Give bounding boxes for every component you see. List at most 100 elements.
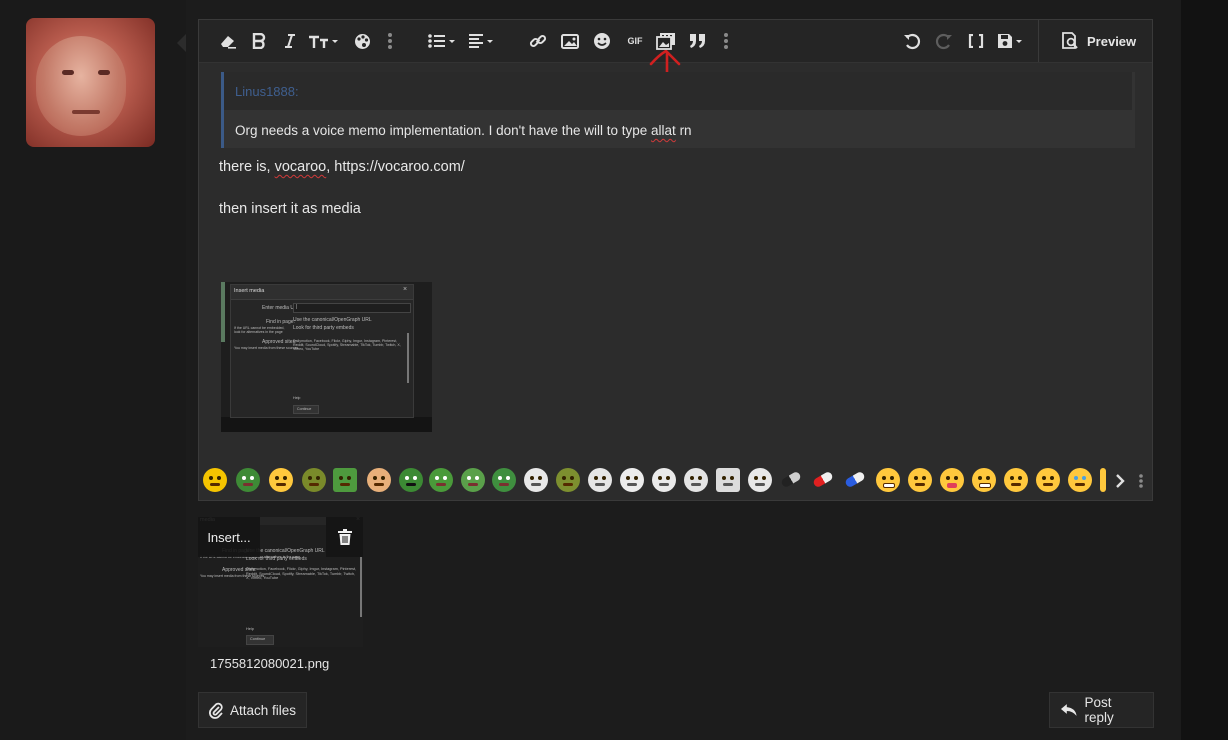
avatar-eye bbox=[98, 70, 110, 75]
emoji-blue-pill[interactable] bbox=[844, 470, 866, 489]
speech-arrow bbox=[177, 34, 186, 52]
text-size-icon[interactable] bbox=[307, 28, 341, 54]
toolbar-divider bbox=[1038, 20, 1039, 62]
emoji-strip[interactable] bbox=[199, 464, 1152, 500]
emoji-shrek-smile[interactable] bbox=[556, 468, 580, 492]
quote-text-end: rn bbox=[675, 123, 692, 138]
emoji-grimace[interactable] bbox=[876, 468, 900, 492]
dialog-scrollbar bbox=[407, 333, 409, 383]
emoji-wojak-smirk[interactable] bbox=[652, 468, 676, 492]
quote-text-start: Org needs a voice memo implementation. I… bbox=[235, 123, 652, 138]
image-icon[interactable] bbox=[559, 28, 581, 54]
emoji-drooling[interactable] bbox=[269, 468, 293, 492]
emoji-cool-pepe[interactable] bbox=[203, 468, 227, 492]
emoji-pepe-frame[interactable] bbox=[333, 468, 357, 492]
save-draft-icon[interactable] bbox=[995, 28, 1029, 54]
eraser-icon[interactable] bbox=[217, 28, 239, 54]
delete-attachment-button[interactable] bbox=[326, 517, 363, 557]
continue-label: Continue bbox=[297, 407, 312, 411]
bbcode-toggle-icon[interactable] bbox=[965, 28, 987, 54]
emoji-wojak[interactable] bbox=[524, 468, 548, 492]
emoji-squint-laugh[interactable] bbox=[1004, 468, 1028, 492]
emoji-pepe-shocked[interactable] bbox=[399, 468, 423, 492]
emoji-wojak-bald[interactable] bbox=[748, 468, 772, 492]
emoji-wojak-face[interactable] bbox=[620, 468, 644, 492]
preview-approved-sites: Dailymotion, Facebook, Flickr, Giphy, Im… bbox=[246, 567, 357, 581]
option-canonical: Use the canonical/OpenGraph URL bbox=[293, 317, 372, 323]
reply-icon bbox=[1060, 704, 1077, 716]
emoji-red-pill[interactable] bbox=[812, 470, 834, 489]
post-reply-button[interactable]: Post reply bbox=[1049, 692, 1154, 728]
reply-editor[interactable]: GIF Preview Linus1888: Org needs a voice… bbox=[198, 19, 1153, 501]
italic-icon[interactable] bbox=[281, 28, 299, 54]
preview-label: Preview bbox=[1087, 33, 1137, 49]
image-bottom-strip bbox=[221, 417, 432, 432]
more-insert-options-icon[interactable] bbox=[719, 28, 733, 54]
approved-label: Approved sites: bbox=[262, 339, 297, 345]
avatar[interactable] bbox=[26, 18, 155, 147]
post-reply-label: Post reply bbox=[1084, 695, 1114, 725]
continue-button: Continue bbox=[293, 405, 319, 414]
insert-media-dialog-screenshot: Insert media × Enter media URL: | Find i… bbox=[230, 284, 414, 418]
preview-help-link: Help bbox=[246, 627, 254, 631]
emoji-joy-tears[interactable] bbox=[1068, 468, 1092, 492]
align-icon[interactable] bbox=[467, 28, 499, 54]
link-icon[interactable] bbox=[527, 28, 549, 54]
quote-block: Linus1888: Org needs a voice memo implem… bbox=[221, 72, 1135, 148]
find-hint: If the URL cannot be embedded, look for … bbox=[234, 326, 285, 334]
avatar-eye bbox=[62, 70, 74, 75]
insert-attachment-button[interactable]: Insert... bbox=[198, 517, 260, 557]
emoji-shrek[interactable] bbox=[302, 468, 326, 492]
emoji-pepe[interactable] bbox=[429, 468, 453, 492]
emoji-more-icon[interactable] bbox=[1135, 468, 1147, 494]
dialog-close-icon: × bbox=[403, 286, 408, 293]
find-label: Find in page: bbox=[266, 319, 295, 325]
bold-icon[interactable] bbox=[249, 28, 269, 54]
user-column bbox=[0, 0, 186, 740]
embedded-image[interactable]: Insert media × Enter media URL: | Find i… bbox=[221, 282, 432, 432]
emoji-wojak-glasses[interactable] bbox=[684, 468, 708, 492]
dialog-title: Insert media bbox=[234, 288, 265, 294]
smiley-icon[interactable] bbox=[591, 28, 613, 54]
message-line-1[interactable]: there is, vocaroo, https://vocaroo.com/ bbox=[219, 159, 465, 175]
preview-continue-label: Continue bbox=[250, 637, 266, 641]
quote-text: Org needs a voice memo implementation. I… bbox=[235, 123, 692, 138]
help-link: Help bbox=[293, 396, 301, 400]
paperclip-icon bbox=[209, 702, 223, 719]
avatar-mouth bbox=[72, 110, 100, 114]
preview-button[interactable]: Preview bbox=[1061, 20, 1136, 62]
emoji-chad-point[interactable] bbox=[716, 468, 740, 492]
emoji-partial[interactable] bbox=[1100, 468, 1106, 492]
avatar-face bbox=[36, 36, 126, 136]
emoji-rofl[interactable] bbox=[1036, 468, 1060, 492]
emoji-pepe-crying[interactable] bbox=[236, 468, 260, 492]
emoji-wojak-grin[interactable] bbox=[588, 468, 612, 492]
scroll-gutter bbox=[1181, 0, 1228, 740]
redo-icon bbox=[933, 28, 955, 54]
emoji-tongue[interactable] bbox=[940, 468, 964, 492]
line1-suffix: , https://vocaroo.com/ bbox=[326, 159, 465, 175]
approved-hint: You may insert media from these sources. bbox=[234, 346, 300, 350]
gif-icon[interactable]: GIF bbox=[623, 28, 647, 54]
emoji-pepe-smug[interactable] bbox=[461, 468, 485, 492]
emoji-pepe-point[interactable] bbox=[492, 468, 516, 492]
emoji-smile[interactable] bbox=[908, 468, 932, 492]
attach-files-label: Attach files bbox=[230, 702, 297, 718]
attachment-tile[interactable]: media × Find in page: If the URL cannot … bbox=[198, 517, 363, 679]
misspelled-word: allat bbox=[651, 123, 676, 138]
palette-icon[interactable] bbox=[351, 28, 373, 54]
emoji-pointing-man[interactable] bbox=[367, 468, 391, 492]
undo-icon[interactable] bbox=[901, 28, 923, 54]
message-line-2[interactable]: then insert it as media bbox=[219, 201, 361, 217]
emoji-grin[interactable] bbox=[972, 468, 996, 492]
more-text-options-icon[interactable] bbox=[383, 28, 397, 54]
approved-sites: Dailymotion, Facebook, Flickr, Giphy, Im… bbox=[293, 339, 401, 352]
quote-author[interactable]: Linus1888: bbox=[235, 84, 299, 99]
list-icon[interactable] bbox=[427, 28, 459, 54]
media-url-value: | bbox=[296, 304, 298, 310]
attach-files-button[interactable]: Attach files bbox=[198, 692, 308, 728]
emoji-scroll-right-icon[interactable] bbox=[1108, 468, 1132, 494]
attachment-filename: 1755812080021.png bbox=[198, 647, 363, 679]
quote-header bbox=[224, 72, 1132, 110]
emoji-black-pill[interactable] bbox=[780, 470, 802, 489]
